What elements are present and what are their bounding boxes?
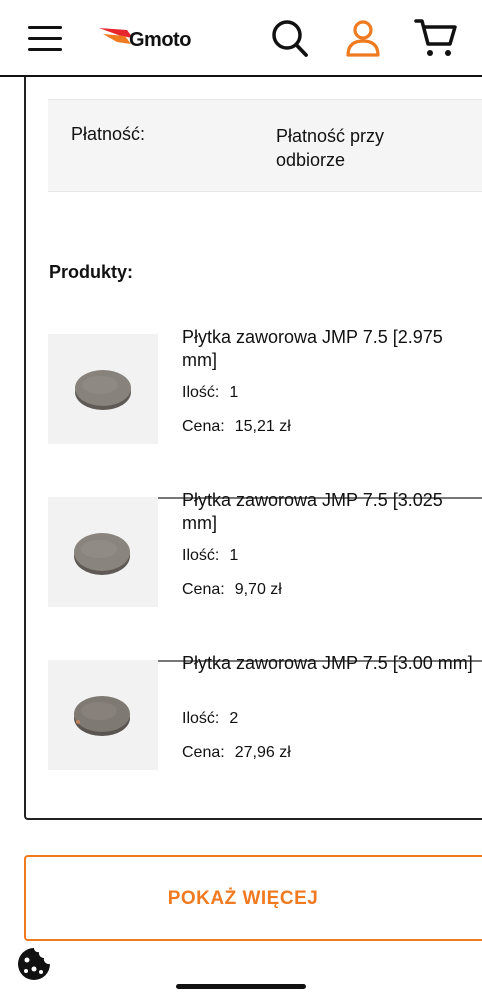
quantity-label: Ilość: xyxy=(182,384,220,401)
valve-shim-image xyxy=(75,370,131,410)
quantity-value: 2 xyxy=(229,710,239,727)
product-quantity: Ilość: 1 xyxy=(182,384,238,402)
valve-shim-image xyxy=(74,696,130,736)
quantity-label: Ilość: xyxy=(182,710,220,727)
product-name[interactable]: Płytka zaworowa JMP 7.5 [3.025 mm] xyxy=(182,489,482,535)
payment-value: Płatność przy odbiorze xyxy=(276,126,385,170)
show-more-button[interactable]: POKAŻ WIĘCEJ xyxy=(24,855,482,941)
product-item[interactable]: Płytka zaworowa JMP 7.5 [2.975 mm] Ilość… xyxy=(48,327,482,499)
price-label: Cena: xyxy=(182,744,225,761)
quantity-value: 1 xyxy=(229,547,239,564)
gmoto-logo[interactable]: Gmoto xyxy=(97,22,207,56)
valve-shim-image xyxy=(74,533,130,575)
product-item[interactable]: Płytka zaworowa JMP 7.5 [3.025 mm] Ilość… xyxy=(48,490,482,662)
home-indicator xyxy=(176,984,306,989)
top-header: Gmoto xyxy=(0,0,482,77)
product-price: Cena: 15,21 zł xyxy=(182,418,291,436)
payment-label: Płatność: xyxy=(71,124,146,144)
product-price: Cena: 9,70 zł xyxy=(182,581,282,599)
price-label: Cena: xyxy=(182,418,225,435)
quantity-label: Ilość: xyxy=(182,547,220,564)
product-quantity: Ilość: 1 xyxy=(182,547,238,565)
product-name[interactable]: Płytka zaworowa JMP 7.5 [3.00 mm] xyxy=(182,652,482,675)
product-thumbnail[interactable] xyxy=(48,660,158,770)
price-value: 27,96 zł xyxy=(234,744,291,761)
price-value: 15,21 zł xyxy=(234,418,291,435)
cookie-settings-icon[interactable] xyxy=(12,942,56,986)
price-value: 9,70 zł xyxy=(234,581,282,598)
logo-text: Gmoto xyxy=(129,29,191,51)
show-more-label: POKAŻ WIĘCEJ xyxy=(167,888,319,909)
product-quantity: Ilość: 2 xyxy=(182,710,238,728)
product-thumbnail[interactable] xyxy=(48,497,158,607)
product-thumbnail[interactable] xyxy=(48,334,158,444)
payment-row: Płatność: Płatność przy odbiorze xyxy=(48,99,482,192)
user-icon[interactable] xyxy=(344,19,382,57)
cart-icon[interactable] xyxy=(414,18,458,58)
hamburger-menu-icon[interactable] xyxy=(28,26,62,52)
product-price: Cena: 27,96 zł xyxy=(182,744,291,762)
quantity-value: 1 xyxy=(229,384,239,401)
products-heading: Produkty: xyxy=(49,262,134,282)
search-icon[interactable] xyxy=(271,18,309,58)
product-name[interactable]: Płytka zaworowa JMP 7.5 [2.975 mm] xyxy=(182,326,482,372)
product-item[interactable]: Płytka zaworowa JMP 7.5 [3.00 mm] Ilość:… xyxy=(48,653,482,823)
price-label: Cena: xyxy=(182,581,225,598)
